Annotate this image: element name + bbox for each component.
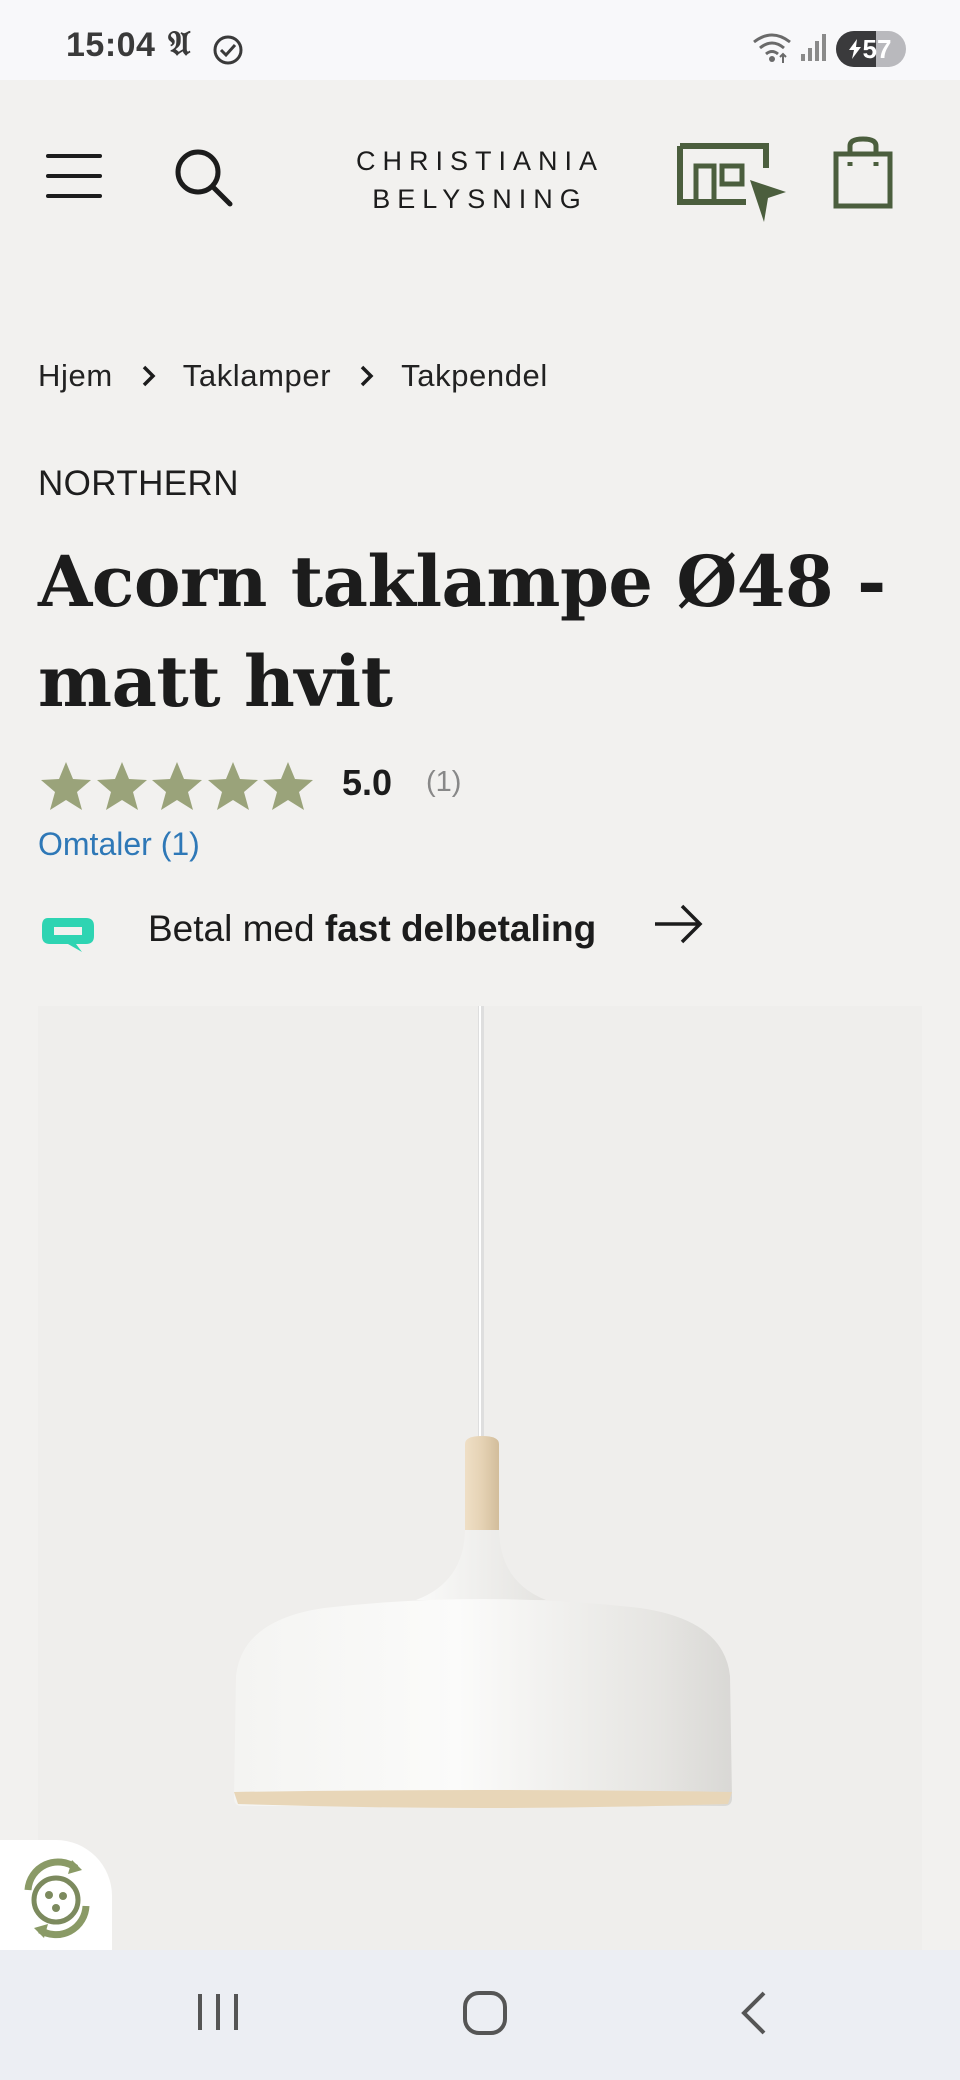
- recents-icon[interactable]: [196, 1990, 240, 2034]
- back-icon[interactable]: [738, 1990, 768, 2036]
- home-icon[interactable]: [462, 1990, 508, 2036]
- breadcrumb: Hjem Taklamper Takpendel: [38, 354, 548, 398]
- product-title-line-1: Acorn taklampe Ø48 -: [38, 540, 886, 623]
- menu-icon[interactable]: [46, 150, 102, 202]
- product-image[interactable]: [38, 1006, 922, 1950]
- product-brand[interactable]: NORTHERN: [38, 464, 239, 504]
- breadcrumb-taklamper[interactable]: Taklamper: [183, 358, 331, 394]
- pendant-lamp-image: [234, 1006, 732, 1808]
- signal-icon: [801, 34, 826, 61]
- installment-payment-text[interactable]: Betal med fast delbetaling: [148, 908, 596, 950]
- logo-line-2: BELYSNING: [372, 184, 588, 214]
- check-circle-icon: [213, 35, 243, 65]
- battery-level: 57: [862, 33, 892, 64]
- store-icon[interactable]: [676, 140, 790, 224]
- chevron-right-icon: [141, 364, 157, 388]
- star-icon: [152, 762, 202, 810]
- product-title: Acorn taklampe Ø48 - matt hvit: [38, 532, 938, 732]
- star-icon: [263, 762, 313, 810]
- breadcrumb-takpendel[interactable]: Takpendel: [401, 358, 548, 394]
- star-icon: [207, 762, 258, 810]
- status-time: 15:04: [66, 26, 156, 64]
- status-bar: 15:04 𝔄 57: [0, 0, 960, 80]
- chevron-right-icon: [359, 364, 375, 388]
- cart-icon[interactable]: [832, 136, 896, 210]
- arrow-right-icon[interactable]: [652, 900, 706, 948]
- app-notification-icon: 𝔄: [168, 24, 191, 64]
- product-title-line-2: matt hvit: [38, 640, 393, 723]
- battery-indicator: 57: [836, 31, 906, 67]
- pay-text-prefix: Betal med: [148, 908, 325, 949]
- rating-count: (1): [426, 766, 462, 798]
- wifi-icon: [753, 33, 791, 63]
- search-icon[interactable]: [172, 146, 234, 208]
- rating-stars[interactable]: [38, 760, 316, 814]
- installment-payment-logo-icon: [42, 918, 94, 952]
- star-icon: [41, 762, 91, 810]
- recycle-icon: [24, 1858, 90, 1939]
- rating-value: 5.0: [342, 762, 393, 803]
- pay-text-bold: fast delbetaling: [324, 908, 597, 949]
- site-logo[interactable]: CHRISTIANIA BELYSNING: [330, 142, 630, 218]
- system-navigation-bar: [0, 1950, 960, 2080]
- logo-line-1: CHRISTIANIA: [355, 146, 605, 176]
- breadcrumb-home[interactable]: Hjem: [38, 358, 113, 394]
- star-icon: [96, 762, 147, 810]
- reviews-link[interactable]: Omtaler (1): [38, 826, 200, 863]
- eco-badge[interactable]: [0, 1840, 112, 1952]
